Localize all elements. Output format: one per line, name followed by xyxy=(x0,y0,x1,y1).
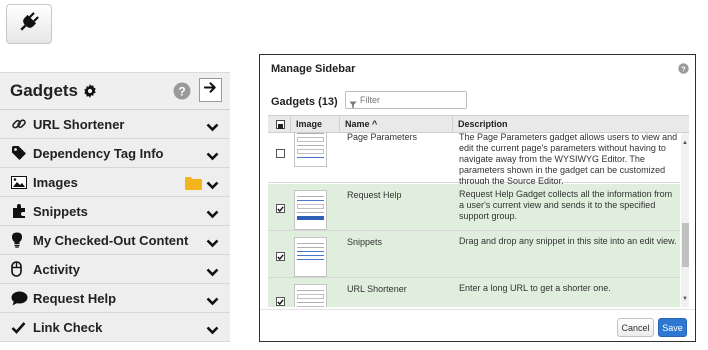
chevron-down-icon[interactable] xyxy=(206,293,219,311)
row-description: Enter a long URL to get a shorter one. xyxy=(459,283,611,293)
sidebar-item-label: Link Check xyxy=(33,319,103,335)
column-header-image[interactable]: Image xyxy=(296,119,322,129)
sidebar-item-dependency-tag-info[interactable]: Dependency Tag Info xyxy=(0,139,230,168)
sidebar-item-images[interactable]: Images xyxy=(0,168,230,197)
chevron-down-icon[interactable] xyxy=(206,264,219,282)
chevron-down-icon[interactable] xyxy=(206,177,219,195)
sidebar-item-label: Request Help xyxy=(33,290,117,306)
manage-sidebar-dialog: Manage Sidebar ? Gadgets (13) Image Name… xyxy=(259,54,696,342)
scrollbar-thumb[interactable] xyxy=(682,223,689,267)
sidebar-item-my-checked-out-content[interactable]: My Checked-Out Content xyxy=(0,226,230,255)
sidebar-item-request-help[interactable]: Request Help xyxy=(0,284,230,313)
folder-icon[interactable] xyxy=(185,176,202,195)
check-icon xyxy=(11,321,31,334)
collapse-sidebar-button[interactable] xyxy=(199,78,222,102)
plug-icon xyxy=(17,10,41,39)
dialog-footer: Cancel Save xyxy=(260,309,695,341)
svg-text:?: ? xyxy=(178,85,185,99)
row-name: Request Help xyxy=(347,190,402,200)
sidebar-item-label: My Checked-Out Content xyxy=(33,232,189,248)
row-description: Request Help Gadget collects all the inf… xyxy=(459,189,673,221)
gadget-thumbnail xyxy=(294,133,327,167)
table-header: Image Name ^ Description xyxy=(268,115,689,133)
save-button[interactable]: Save xyxy=(658,318,687,337)
plug-button[interactable] xyxy=(6,4,52,44)
column-header-name[interactable]: Name ^ xyxy=(345,119,377,129)
checkmark-icon xyxy=(277,205,284,212)
table-row[interactable]: URL Shortener Enter a long URL to get a … xyxy=(268,278,680,307)
link-icon xyxy=(11,116,31,132)
gadgets-sidebar: Gadgets ? URL Shortener Dependency Tag I… xyxy=(0,72,230,342)
sidebar-header: Gadgets ? xyxy=(0,72,230,110)
row-checkbox[interactable] xyxy=(276,204,285,213)
sidebar-item-activity[interactable]: Activity xyxy=(0,255,230,284)
scroll-down-icon[interactable]: ▼ xyxy=(682,296,688,302)
sidebar-item-label: Activity xyxy=(33,261,80,277)
table-scrollbar[interactable]: ▲ ▼ xyxy=(681,133,689,307)
row-checkbox[interactable] xyxy=(276,149,285,158)
filter-input[interactable] xyxy=(345,91,467,109)
row-name: Page Parameters xyxy=(347,133,418,142)
sidebar-item-label: Dependency Tag Info xyxy=(33,145,164,161)
sidebar-item-label: Images xyxy=(33,174,78,190)
chevron-down-icon[interactable] xyxy=(206,148,219,166)
row-description: The Page Parameters gadget allows users … xyxy=(459,133,678,186)
table-row[interactable]: Page Parameters The Page Parameters gadg… xyxy=(268,133,680,186)
sidebar-item-link-check[interactable]: Link Check xyxy=(0,313,230,342)
mouse-icon xyxy=(11,261,31,277)
row-checkbox[interactable] xyxy=(276,297,285,306)
filter-icon xyxy=(349,96,357,114)
sidebar-item-url-shortener[interactable]: URL Shortener xyxy=(0,110,230,139)
gear-icon[interactable] xyxy=(83,84,97,98)
checkmark-icon xyxy=(277,298,284,305)
arrow-right-icon xyxy=(203,81,217,99)
gadget-table-body: Page Parameters The Page Parameters gadg… xyxy=(268,133,689,307)
sidebar-item-label: Snippets xyxy=(33,203,88,219)
gadget-count: Gadgets (13) xyxy=(271,96,338,108)
comment-icon xyxy=(11,291,31,306)
chevron-down-icon[interactable] xyxy=(206,206,219,224)
sidebar-item-label: URL Shortener xyxy=(33,116,125,132)
gadget-thumbnail xyxy=(294,190,327,230)
checkmark-icon xyxy=(277,253,284,260)
question-circle-icon[interactable]: ? xyxy=(678,61,689,79)
image-icon xyxy=(11,175,31,189)
sidebar-item-snippets[interactable]: Snippets xyxy=(0,197,230,226)
table-row[interactable]: Snippets Drag and drop any snippet in th… xyxy=(268,231,680,278)
gadget-thumbnail xyxy=(294,284,327,307)
question-circle-icon[interactable]: ? xyxy=(173,82,191,105)
scroll-up-icon[interactable]: ▲ xyxy=(682,140,688,146)
checkbox-indeterminate-icon xyxy=(278,124,283,129)
chevron-down-icon[interactable] xyxy=(206,322,219,340)
column-header-description[interactable]: Description xyxy=(458,119,508,129)
row-name: Snippets xyxy=(347,237,383,247)
cancel-button[interactable]: Cancel xyxy=(617,318,654,337)
puzzle-icon xyxy=(11,203,31,219)
row-name: URL Shortener xyxy=(347,284,407,294)
row-description: Drag and drop any snippet in this site i… xyxy=(459,236,677,246)
lightbulb-icon xyxy=(11,232,31,248)
table-row[interactable]: Request Help Request Help Gadget collect… xyxy=(268,184,680,231)
sidebar-title: Gadgets xyxy=(10,81,79,100)
gadget-thumbnail xyxy=(294,237,327,277)
row-checkbox[interactable] xyxy=(276,252,285,261)
svg-text:?: ? xyxy=(681,64,686,73)
tag-icon xyxy=(11,145,31,161)
dialog-title: Manage Sidebar xyxy=(271,63,356,75)
chevron-down-icon[interactable] xyxy=(206,119,219,137)
select-all-checkbox[interactable] xyxy=(276,120,285,129)
chevron-down-icon[interactable] xyxy=(206,235,219,253)
